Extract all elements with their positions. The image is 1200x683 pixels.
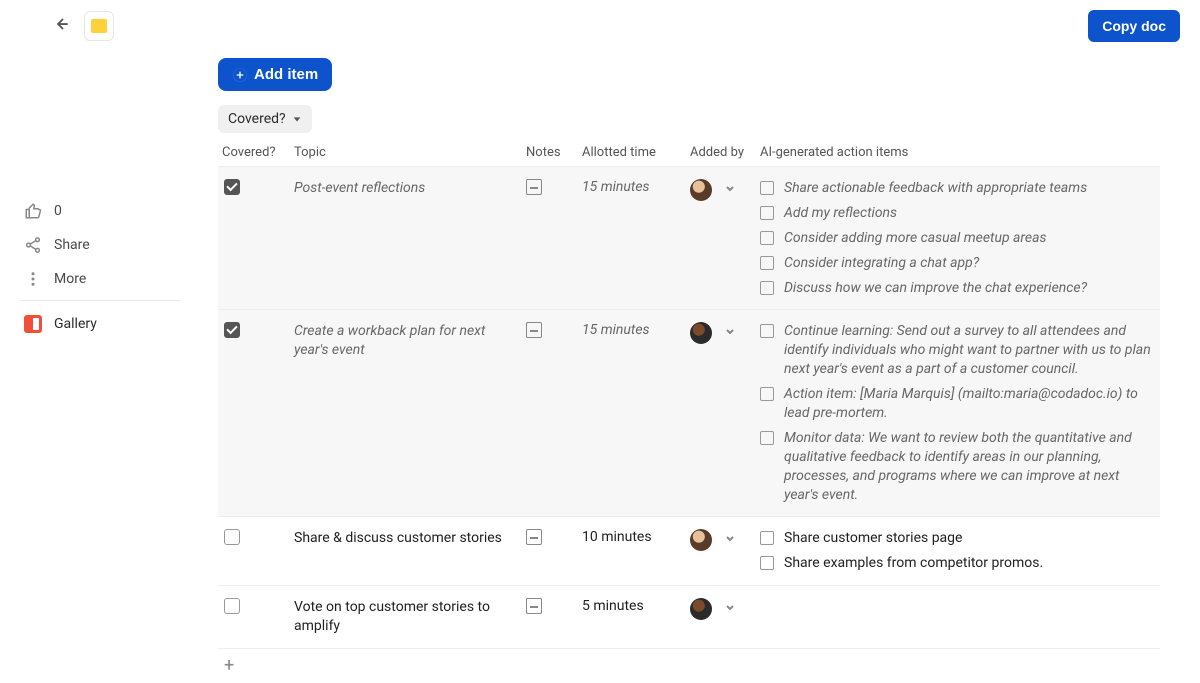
topic-cell[interactable]: Share & discuss customer stories xyxy=(290,527,522,550)
time-cell: 10 minutes xyxy=(578,527,686,547)
covered-checkbox[interactable] xyxy=(224,598,240,614)
time-cell: 5 minutes xyxy=(578,596,686,616)
col-actions: AI-generated action items xyxy=(756,145,1160,160)
agenda-table: Covered? Topic Notes Allotted time Added… xyxy=(218,137,1160,683)
col-notes: Notes xyxy=(522,145,578,160)
chevron-down-icon[interactable] xyxy=(724,529,736,544)
topic-cell[interactable]: Create a workback plan for next year's e… xyxy=(290,320,522,362)
action-text: Consider integrating a chat app? xyxy=(784,254,979,273)
table-row[interactable]: Vote on top customer stories to amplify 5… xyxy=(218,585,1160,648)
chevron-down-icon[interactable] xyxy=(724,179,736,194)
action-text: Share customer stories page xyxy=(784,529,962,548)
add-row-button[interactable]: + xyxy=(218,648,1160,683)
action-item: Share customer stories page xyxy=(760,529,1156,548)
more-button[interactable]: More xyxy=(20,262,180,296)
action-item: Action item: [Maria Marquis] (mailto:mar… xyxy=(760,385,1156,423)
action-item: Share actionable feedback with appropria… xyxy=(760,179,1156,198)
action-text: Monitor data: We want to review both the… xyxy=(784,429,1156,505)
gallery-icon xyxy=(24,315,42,333)
like-count: 0 xyxy=(54,203,62,219)
chevron-down-icon[interactable] xyxy=(724,598,736,613)
action-checkbox[interactable] xyxy=(760,531,774,545)
covered-checkbox[interactable] xyxy=(224,179,240,195)
action-item: Monitor data: We want to review both the… xyxy=(760,429,1156,505)
time-cell: 15 minutes xyxy=(578,177,686,197)
actions-cell: Continue learning: Send out a survey to … xyxy=(756,320,1160,506)
action-item: Discuss how we can improve the chat expe… xyxy=(760,279,1156,298)
action-item: Continue learning: Send out a survey to … xyxy=(760,322,1156,379)
time-cell: 15 minutes xyxy=(578,320,686,340)
notes-icon[interactable] xyxy=(526,322,542,338)
add-item-button[interactable]: Add item xyxy=(218,58,332,91)
actions-cell xyxy=(756,596,1160,600)
covered-checkbox[interactable] xyxy=(224,322,240,338)
actions-cell: Share customer stories page Share example… xyxy=(756,527,1160,575)
action-checkbox[interactable] xyxy=(760,231,774,245)
topic-cell[interactable]: Vote on top customer stories to amplify xyxy=(290,596,522,638)
notes-icon[interactable] xyxy=(526,179,542,195)
action-checkbox[interactable] xyxy=(760,206,774,220)
avatar[interactable] xyxy=(690,179,712,201)
action-checkbox[interactable] xyxy=(760,281,774,295)
action-checkbox[interactable] xyxy=(760,431,774,445)
col-added-by: Added by xyxy=(686,145,756,160)
col-time: Allotted time xyxy=(578,145,686,160)
more-label: More xyxy=(54,271,86,287)
actions-cell: Share actionable feedback with appropria… xyxy=(756,177,1160,299)
action-checkbox[interactable] xyxy=(760,387,774,401)
covered-checkbox[interactable] xyxy=(224,529,240,545)
action-checkbox[interactable] xyxy=(760,556,774,570)
action-text: Continue learning: Send out a survey to … xyxy=(784,322,1156,379)
avatar[interactable] xyxy=(690,322,712,344)
action-text: Add my reflections xyxy=(784,204,897,223)
avatar[interactable] xyxy=(690,598,712,620)
like-button[interactable]: 0 xyxy=(20,194,180,228)
action-text: Consider adding more casual meetup areas xyxy=(784,229,1047,248)
action-text: Action item: [Maria Marquis] (mailto:mar… xyxy=(784,385,1156,423)
filter-covered-chip[interactable]: Covered? xyxy=(218,105,312,133)
avatar[interactable] xyxy=(690,529,712,551)
action-checkbox[interactable] xyxy=(760,181,774,195)
action-checkbox[interactable] xyxy=(760,324,774,338)
chevron-down-icon[interactable] xyxy=(724,322,736,337)
back-button[interactable] xyxy=(52,15,70,37)
action-checkbox[interactable] xyxy=(760,256,774,270)
gallery-link[interactable]: Gallery xyxy=(20,305,180,343)
sidebar-divider xyxy=(20,300,180,301)
doc-logo[interactable] xyxy=(84,11,114,41)
action-text: Share actionable feedback with appropria… xyxy=(784,179,1087,198)
col-covered: Covered? xyxy=(218,145,290,160)
copy-doc-button[interactable]: Copy doc xyxy=(1088,10,1180,42)
action-text: Discuss how we can improve the chat expe… xyxy=(784,279,1087,298)
action-item: Consider adding more casual meetup areas xyxy=(760,229,1156,248)
share-button[interactable]: Share xyxy=(20,228,180,262)
table-row[interactable]: Post-event reflections 15 minutes Share ac… xyxy=(218,166,1160,309)
action-item: Add my reflections xyxy=(760,204,1156,223)
action-text: Share examples from competitor promos. xyxy=(784,554,1043,573)
table-row[interactable]: Share & discuss customer stories 10 minut… xyxy=(218,516,1160,585)
share-label: Share xyxy=(54,237,90,253)
table-header: Covered? Topic Notes Allotted time Added… xyxy=(218,137,1160,166)
table-row[interactable]: Create a workback plan for next year's e… xyxy=(218,309,1160,516)
action-item: Consider integrating a chat app? xyxy=(760,254,1156,273)
filter-label: Covered? xyxy=(228,111,286,127)
notes-icon[interactable] xyxy=(526,529,542,545)
col-topic: Topic xyxy=(290,145,522,160)
topic-cell[interactable]: Post-event reflections xyxy=(290,177,522,200)
gallery-label: Gallery xyxy=(54,316,97,332)
action-item: Share examples from competitor promos. xyxy=(760,554,1156,573)
notes-icon[interactable] xyxy=(526,598,542,614)
add-item-label: Add item xyxy=(254,66,318,83)
